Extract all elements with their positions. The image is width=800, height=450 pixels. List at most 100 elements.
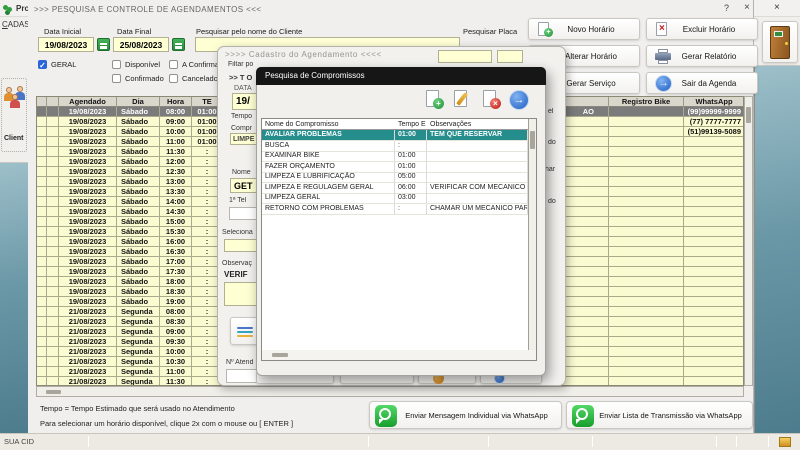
agenda-cell [47,207,59,217]
sair-agenda-button[interactable]: → Sair da Agenda [646,72,758,94]
cadastro-nome-label: Nome [232,169,251,176]
compromissos-header-cell: Nome do Compromisso [262,119,395,130]
compromissos-vscrollbar[interactable] [528,119,536,350]
agenda-cell: Sábado [117,277,160,287]
cadastro-data-field[interactable]: 19/ [232,93,257,110]
agenda-cell: 19/08/2023 [59,297,117,307]
agenda-cell: 19/08/2023 [59,287,117,297]
a-confirmar-label: A Confirmar [182,60,222,69]
agenda-cell [47,377,59,386]
cadastro-selecionar-field[interactable] [224,239,257,252]
agenda-cell: Sábado [117,267,160,277]
agenda-cell [609,347,684,357]
compromissos-add-button[interactable]: + [424,89,446,111]
statusbar-separator [736,436,737,447]
agenda-cell [684,357,744,367]
data-final-input[interactable] [113,37,169,52]
compromisso-row[interactable]: LIMPEZA GERAL03:00 [262,193,528,204]
list-lines-icon [237,327,253,329]
cadastro-nome-field[interactable]: GET [230,178,257,193]
compromisso-row[interactable]: FAZER ORÇAMENTO01:00 [262,162,528,173]
agenda-vscrollbar[interactable] [744,96,753,386]
agenda-cell [609,237,684,247]
cadastro-observacao-field[interactable] [224,282,257,306]
compromissos-delete-button[interactable]: × [481,89,503,111]
agenda-header-cell [47,97,59,107]
cadastro-natend-field[interactable] [226,369,258,383]
agenda-cell [37,157,47,167]
compromisso-row[interactable]: BUSCA: [262,141,528,152]
agenda-cell [37,177,47,187]
agenda-cell [684,257,744,267]
compromisso-cell: 01:00 [395,162,427,172]
compromissos-table[interactable]: Nome do CompromissoTempo EObservações AV… [261,118,537,361]
cadastro-compromisso-field[interactable]: LIMPE [230,133,257,145]
compromissos-edit-button[interactable] [452,89,474,111]
disponivel-checkbox[interactable] [112,60,121,69]
compromissos-exit-button[interactable]: → [509,90,529,110]
compromisso-row[interactable]: EXAMINAR BIKE01:00 [262,151,528,162]
whatsapp-broadcast-button[interactable]: Enviar Lista de Transmissão via WhatsApp [566,401,753,429]
agenda-cell [37,197,47,207]
exit-app-button[interactable] [762,21,798,63]
agenda-help-button[interactable]: ? [724,3,729,13]
agenda-cell [609,337,684,347]
calendar-start-button[interactable] [97,38,110,51]
agenda-cell: 14:00 [160,197,192,207]
agenda-hscrollbar[interactable] [36,386,744,397]
compromisso-cell [427,141,528,151]
data-inicial-input[interactable] [38,37,94,52]
agenda-cell: 10:00 [160,127,192,137]
agenda-cell: 17:30 [160,267,192,277]
compromisso-row[interactable]: LIMPEZA E REGULAGEM GERAL06:00VERIFICAR … [262,183,528,194]
compromisso-cell: LIMPEZA GERAL [262,193,395,203]
calendar-end-button[interactable] [172,38,185,51]
cadastro-right-fragment-3: har [545,166,555,173]
main-close-button[interactable]: × [774,2,780,13]
agenda-cell: 19/08/2023 [59,277,117,287]
agenda-cell: 13:30 [160,187,192,197]
menu-cadastros[interactable]: CADAS [2,20,30,29]
compromissos-header-cell: Tempo E [395,119,427,130]
geral-checkbox[interactable]: ✓ [38,60,47,69]
agenda-cell: 19/08/2023 [59,177,117,187]
compromisso-row[interactable]: RETORNO COM PROBLEMAS:CHAMAR UM MECANICO… [262,204,528,215]
agenda-cell: 19/08/2023 [59,207,117,217]
compromisso-cell: 05:00 [395,172,427,182]
agenda-cell [47,137,59,147]
agenda-cell [37,247,47,257]
clients-button[interactable]: Client [1,78,27,152]
agenda-cell [47,267,59,277]
agenda-cell [37,227,47,237]
agenda-cell: 21/08/2023 [59,357,117,367]
agenda-cell: 19/08/2023 [59,267,117,277]
agenda-cell: 19/08/2023 [59,237,117,247]
excluir-horario-button[interactable]: × Excluir Horário [646,18,758,40]
a-confirmar-checkbox[interactable] [169,60,178,69]
agenda-cell [609,277,684,287]
compromissos-hscrollbar[interactable] [262,350,536,360]
gerar-relatorio-button[interactable]: Gerar Relatório [646,45,758,67]
cadastro-filtrar-fragment: Filtar po [228,61,253,68]
agenda-close-button[interactable]: × [744,2,750,13]
compromisso-row[interactable]: LIMPEZA E LUBRIFICAÇÃO05:00 [262,172,528,183]
agenda-header-cell: WhatsApp [684,97,744,107]
compromisso-row[interactable]: AVALIAR PROBLEMAS01:00TEM QUE RESERVAR [262,130,528,141]
agenda-cell: Sábado [117,117,160,127]
agenda-cell [609,307,684,317]
app-icon [3,5,8,10]
cadastro-topright-field2[interactable] [497,50,523,63]
whatsapp-individual-button[interactable]: Enviar Mensagem Individual via WhatsApp [369,401,562,429]
agenda-cell: 16:00 [160,237,192,247]
cancelados-checkbox[interactable] [169,74,178,83]
agenda-cell [37,107,47,117]
agenda-cell: Sábado [117,167,160,177]
confirmado-checkbox[interactable] [112,74,121,83]
cadastro-title: >>>> Cadastro do Agendamento <<<< [225,50,382,59]
agenda-cell: 21/08/2023 [59,347,117,357]
cadastro-telefone-field[interactable] [229,207,257,220]
novo-horario-button[interactable]: + Novo Horário [528,18,640,40]
agenda-cell [37,187,47,197]
agenda-cell [47,177,59,187]
cadastro-topright-field1[interactable] [438,50,492,63]
